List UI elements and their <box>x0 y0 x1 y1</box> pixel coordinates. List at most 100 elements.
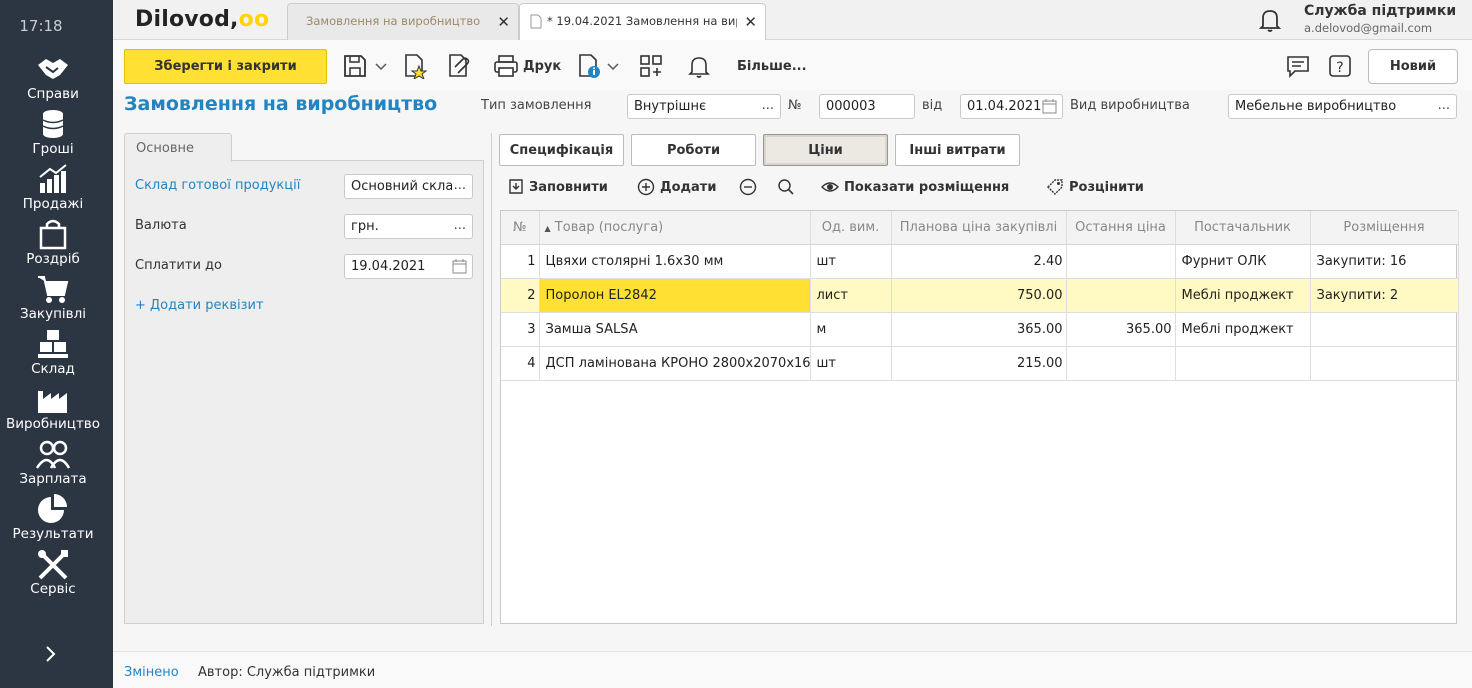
sidebar-item-label: Результати <box>12 526 94 542</box>
table-row[interactable]: 4 ДСП ламінована КРОНО 2800x2070x16 шт 2… <box>501 346 1459 381</box>
col-header-location[interactable]: Розміщення <box>1310 211 1459 245</box>
add-attribute-link[interactable]: + Додати реквізит <box>135 298 264 313</box>
attachment-icon[interactable] <box>446 53 472 79</box>
production-type-label: Вид виробництва <box>1070 98 1190 113</box>
save-close-button[interactable]: Зберегти і закрити <box>124 49 327 84</box>
warehouse-field[interactable]: Основний склад... <box>344 174 473 199</box>
logo: Dilovod,oo <box>135 7 270 32</box>
search-icon[interactable] <box>777 178 795 196</box>
date-field[interactable]: 01.04.2021 <box>960 94 1063 119</box>
ellipsis-icon: ... <box>453 218 466 233</box>
favorite-document-icon[interactable] <box>402 53 428 79</box>
col-header-item[interactable]: ▲ Товар (послуга) <box>539 211 811 245</box>
bell-icon[interactable] <box>1258 7 1282 33</box>
sidebar-item-service[interactable]: Сервіс <box>0 548 106 603</box>
ellipsis-icon: ... <box>1437 98 1450 113</box>
reprice-button[interactable]: Розцінити <box>1069 180 1144 195</box>
topbar: Dilovod,oo Замовлення на виробництво ✕ *… <box>113 0 1472 40</box>
number-label: № <box>788 98 802 113</box>
col-header-last-price[interactable]: Остання ціна <box>1066 211 1176 245</box>
grid-header: № ▲ Товар (послуга) Од. вим. Планова цін… <box>501 211 1459 245</box>
sidebar-item-warehouse[interactable]: Склад <box>0 328 106 383</box>
more-button[interactable]: Більше... <box>737 59 807 74</box>
tab-other-costs[interactable]: Інші витрати <box>895 134 1020 166</box>
tab-order-list[interactable]: Замовлення на виробництво ✕ <box>287 3 519 40</box>
sidebar-item-sales[interactable]: Продажі <box>0 163 106 218</box>
currency-field[interactable]: грн.... <box>344 214 473 239</box>
warehouse-label[interactable]: Склад готової продукції <box>135 178 300 193</box>
chevron-down-icon[interactable] <box>374 53 388 79</box>
col-header-plan-price[interactable]: Планова ціна закупівлі <box>891 211 1067 245</box>
sidebar-item-money[interactable]: Гроші <box>0 108 106 163</box>
col-header-supplier[interactable]: Постачальник <box>1175 211 1311 245</box>
sidebar-item-label: Роздріб <box>26 251 80 267</box>
sidebar-item-retail[interactable]: Роздріб <box>0 218 106 273</box>
clock: 17:18 <box>19 17 63 35</box>
support-name[interactable]: Служба підтримки <box>1304 3 1456 19</box>
sidebar-item-production[interactable]: Виробництво <box>0 383 106 438</box>
help-icon[interactable]: ? <box>1327 53 1353 79</box>
production-type-field[interactable]: Мебельне виробництво... <box>1228 94 1457 119</box>
sidebar-item-label: Виробництво <box>5 416 101 432</box>
sidebar-item-salary[interactable]: Зарплата <box>0 438 106 493</box>
eye-icon[interactable] <box>821 178 839 196</box>
sidebar-item-label: Сервіс <box>30 581 76 597</box>
table-row[interactable]: 3 Замша SALSA м 365.00 365.00 Меблі прод… <box>501 312 1459 347</box>
fill-button[interactable]: Заповнити <box>529 180 608 195</box>
widgets-add-icon[interactable] <box>638 53 664 79</box>
number-field[interactable]: 000003 <box>819 94 915 119</box>
sidebar-item-purchases[interactable]: Закупівлі <box>0 273 106 328</box>
document-info-icon[interactable] <box>576 53 602 79</box>
add-icon[interactable] <box>637 178 655 196</box>
toolbar: Зберегти і закрити Друк Більше... ? Нови… <box>113 40 1472 90</box>
calendar-icon[interactable] <box>452 259 467 274</box>
close-icon[interactable]: ✕ <box>744 13 757 31</box>
tab-current-order[interactable]: * 19.04.2021 Замовлення на виробництво ✕ <box>519 3 766 40</box>
sales-chart-icon <box>39 164 67 193</box>
sort-asc-icon: ▲ <box>544 223 551 233</box>
chevron-right-icon[interactable] <box>44 644 58 664</box>
tab-works[interactable]: Роботи <box>631 134 756 166</box>
tab-prices[interactable]: Ціни <box>763 134 888 166</box>
printer-icon[interactable] <box>493 53 519 79</box>
remove-icon[interactable] <box>739 178 757 196</box>
new-button[interactable]: Новий <box>1368 49 1458 84</box>
support-email: a.delovod@gmail.com <box>1304 21 1433 35</box>
table-row-selected[interactable]: 2 Поролон EL2842 лист 750.00 Меблі продж… <box>501 278 1459 313</box>
chevron-down-icon[interactable] <box>606 53 620 79</box>
pie-chart-icon <box>38 494 67 523</box>
tab-main[interactable]: Основне <box>124 133 232 162</box>
author-text: Автор: Служба підтримки <box>198 665 376 680</box>
sidebar-item-label: Зарплата <box>19 471 87 487</box>
pay-until-field[interactable]: 19.04.2021 <box>344 254 473 279</box>
add-button[interactable]: Додати <box>660 180 716 195</box>
from-label: від <box>922 98 943 113</box>
fill-icon[interactable] <box>507 178 525 196</box>
save-icon[interactable] <box>342 53 368 79</box>
print-button[interactable]: Друк <box>523 59 561 74</box>
boxes-icon <box>38 330 68 358</box>
changed-link[interactable]: Змінено <box>124 665 179 680</box>
handshake-icon <box>38 59 68 79</box>
col-header-unit[interactable]: Од. вим. <box>810 211 892 245</box>
coins-icon <box>42 110 64 138</box>
cart-icon <box>38 276 69 303</box>
table-row[interactable]: 1 Цвяхи столярні 1.6x30 мм шт 2.40 Фурни… <box>501 244 1459 279</box>
chat-icon[interactable] <box>1285 53 1311 79</box>
bell-icon[interactable] <box>686 53 712 79</box>
col-header-number[interactable]: № <box>501 211 540 245</box>
sidebar-item-label: Гроші <box>32 141 74 157</box>
page-title: Замовлення на виробництво <box>124 93 438 115</box>
order-type-field[interactable]: Внутрішнє... <box>627 94 781 119</box>
close-icon[interactable]: ✕ <box>497 13 510 31</box>
calendar-icon[interactable] <box>1042 99 1057 114</box>
sidebar-item-label: Закупівлі <box>20 306 86 322</box>
price-tag-icon[interactable] <box>1046 178 1064 196</box>
sidebar-item-results[interactable]: Результати <box>0 493 106 548</box>
tab-specification[interactable]: Специфікація <box>499 134 624 166</box>
ellipsis-icon: ... <box>761 98 774 113</box>
pay-until-label: Сплатити до <box>135 258 222 273</box>
show-location-button[interactable]: Показати розміщення <box>844 180 1009 195</box>
sidebar-item-affairs[interactable]: Справи <box>0 53 106 108</box>
sidebar-item-label: Продажі <box>22 196 84 212</box>
